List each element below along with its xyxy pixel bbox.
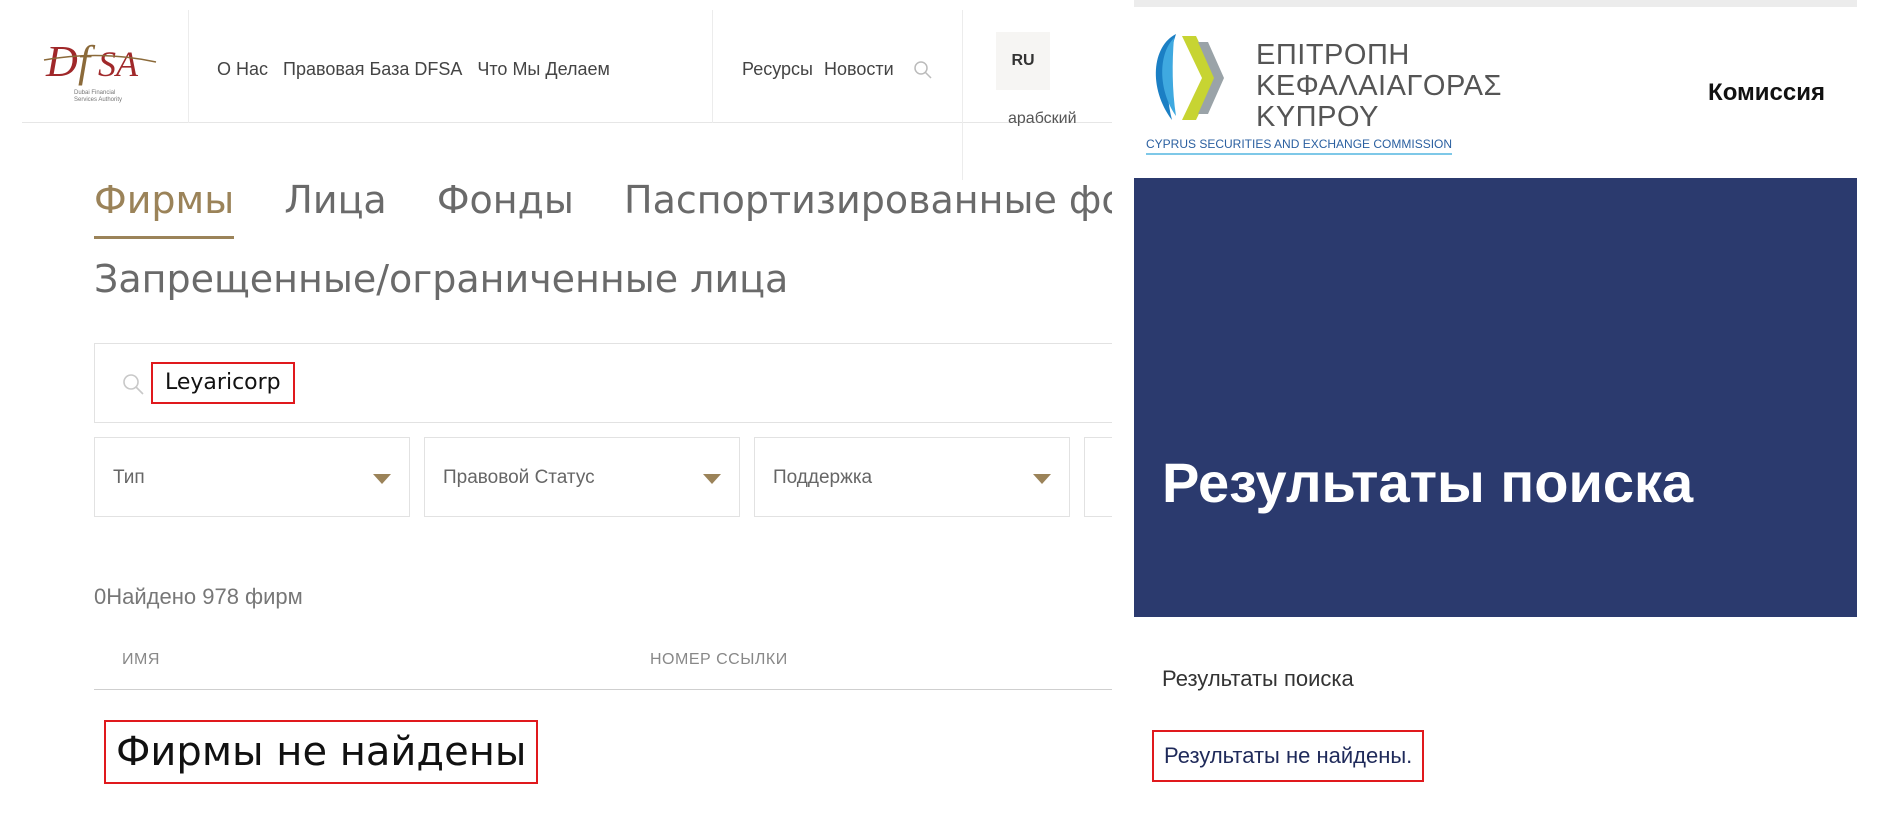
language-alt[interactable]: арабский: [1008, 110, 1077, 126]
svg-text:SA: SA: [98, 44, 139, 84]
filter-more[interactable]: [1084, 437, 1112, 517]
nav-about[interactable]: О Нас: [217, 59, 268, 79]
filter-support[interactable]: Поддержка: [754, 437, 1070, 517]
tab-restricted-persons[interactable]: Запрещенные/ограниченные лица: [94, 257, 788, 301]
svg-text:Dubai Financial: Dubai Financial: [74, 90, 115, 96]
tab-funds[interactable]: Фонды: [437, 178, 574, 236]
nav-what-we-do[interactable]: Что Мы Делаем: [477, 59, 610, 79]
breadcrumb: Результаты поиска: [1162, 666, 1354, 691]
firm-search-bar[interactable]: Leyaricorp: [94, 343, 1112, 423]
cysec-title-line: ΕΠΙΤΡΟΠΗ: [1256, 39, 1410, 71]
nav-resources[interactable]: Ресурсы: [742, 59, 813, 79]
filter-type[interactable]: Тип: [94, 437, 410, 517]
dfsa-logo[interactable]: D f SA Dubai Financial Services Authorit…: [40, 20, 160, 110]
header-divider: [962, 10, 963, 180]
nav-commission[interactable]: Комиссия: [1708, 79, 1825, 107]
result-count: 0Найдено 978 фирм: [94, 584, 303, 609]
search-input[interactable]: Leyaricorp: [151, 362, 295, 404]
dfsa-header: D f SA Dubai Financial Services Authorit…: [22, 10, 1112, 180]
primary-nav: О Нас Правовая База DFSA Что Мы Делаем: [217, 59, 620, 80]
chevron-down-icon: [703, 474, 721, 484]
cysec-logo-icon[interactable]: [1146, 28, 1226, 128]
header-divider: [188, 10, 189, 123]
language-current[interactable]: RU: [996, 32, 1050, 90]
hero-banner: Результаты поиска: [1134, 178, 1857, 617]
cysec-panel: ΕΠΙΤΡΟΠΗ ΚΕΦΑΛΑΙΑΓΟΡΑΣ ΚΥΠΡΟΥ CYPRUS SEC…: [1134, 0, 1857, 823]
cysec-subtitle: CYPRUS SECURITIES AND EXCHANGE COMMISSIO…: [1146, 137, 1453, 155]
entity-tabs: Фирмы Лица Фонды Паспортизированные фонд…: [94, 178, 1112, 239]
filter-label: Поддержка: [773, 467, 873, 488]
cysec-title-line: ΚΕΦΑΛΑΙΑΓΟΡΑΣ: [1256, 70, 1502, 102]
cysec-title-line: ΚΥΠΡΟΥ: [1256, 101, 1379, 133]
nav-legal-base[interactable]: Правовая База DFSA: [283, 59, 462, 79]
tab-passported-funds[interactable]: Паспортизированные фонды: [624, 178, 1112, 236]
cysec-title: ΕΠΙΤΡΟΠΗ ΚΕΦΑΛΑΙΑΓΟΡΑΣ ΚΥΠΡΟΥ: [1256, 40, 1502, 133]
search-icon[interactable]: [913, 60, 933, 80]
filter-label: Тип: [113, 467, 145, 488]
tab-persons[interactable]: Лица: [284, 178, 386, 236]
header-divider: [712, 10, 713, 123]
page-title: Результаты поиска: [1162, 451, 1694, 514]
top-border: [1134, 0, 1857, 7]
svg-text:D: D: [45, 37, 78, 86]
svg-text:Services Authority: Services Authority: [74, 97, 122, 103]
column-header-reference: НОМЕР ССЫЛКИ: [650, 651, 788, 668]
chevron-down-icon: [1033, 474, 1051, 484]
filter-label: Правовой Статус: [443, 467, 595, 488]
filter-legal-status[interactable]: Правовой Статус: [424, 437, 740, 517]
chevron-down-icon: [373, 474, 391, 484]
tab-firms[interactable]: Фирмы: [94, 178, 235, 239]
empty-results-message: Фирмы не найдены: [104, 720, 539, 784]
nav-news[interactable]: Новости: [824, 59, 894, 79]
dfsa-panel: D f SA Dubai Financial Services Authorit…: [0, 0, 1112, 823]
table-divider: [94, 689, 1112, 690]
column-header-name: ИМЯ: [122, 651, 160, 668]
svg-text:f: f: [78, 37, 96, 86]
secondary-nav: Ресурсы Новости: [742, 59, 933, 80]
search-icon: [123, 374, 144, 395]
empty-results-message: Результаты не найдены.: [1152, 730, 1425, 782]
